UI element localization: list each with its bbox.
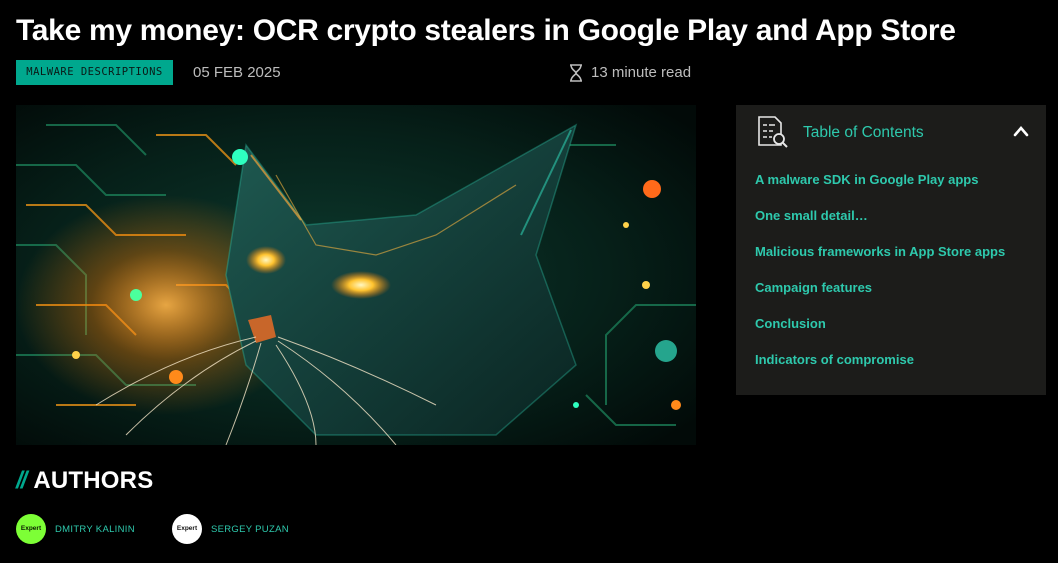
toc-item-indicators[interactable]: Indicators of compromise [755, 352, 914, 368]
chevron-up-icon[interactable] [1013, 125, 1029, 137]
cat-cyber-illustration-icon [16, 105, 696, 445]
toc-item-campaign-features[interactable]: Campaign features [755, 280, 872, 296]
hourglass-icon [570, 64, 582, 82]
read-time-label: 13 minute read [591, 64, 692, 81]
avatar: Expert [172, 514, 202, 544]
article-title: Take my money: OCR crypto stealers in Go… [16, 14, 956, 47]
toc-item-conclusion[interactable]: Conclusion [755, 316, 826, 332]
author-name: SERGEY PUZAN [211, 523, 289, 535]
author-name: DMITRY KALININ [55, 523, 135, 535]
article-page: Take my money: OCR crypto stealers in Go… [0, 0, 1058, 563]
authors-heading: // AUTHORS [16, 466, 153, 496]
category-tag[interactable]: MALWARE DESCRIPTIONS [16, 60, 173, 85]
toc-header[interactable]: Table of Contents [736, 105, 1046, 160]
author-dmitry-kalinin[interactable]: Expert DMITRY KALININ [16, 514, 135, 544]
toc-item-malicious-frameworks[interactable]: Malicious frameworks in App Store apps [755, 244, 1005, 260]
hero-image [16, 105, 696, 445]
toc-item-small-detail[interactable]: One small detail… [755, 208, 868, 224]
table-of-contents: Table of Contents A malware SDK in Googl… [736, 105, 1046, 395]
read-time: 13 minute read [568, 64, 691, 82]
document-search-icon [758, 116, 788, 148]
publish-date: 05 FEB 2025 [193, 64, 281, 81]
avatar: Expert [16, 514, 46, 544]
toc-item-malware-sdk[interactable]: A malware SDK in Google Play apps [755, 172, 978, 188]
author-sergey-puzan[interactable]: Expert SERGEY PUZAN [172, 514, 289, 544]
toc-title: Table of Contents [803, 124, 924, 141]
heading-slashes: // [16, 467, 27, 494]
authors-heading-label: AUTHORS [33, 467, 154, 494]
